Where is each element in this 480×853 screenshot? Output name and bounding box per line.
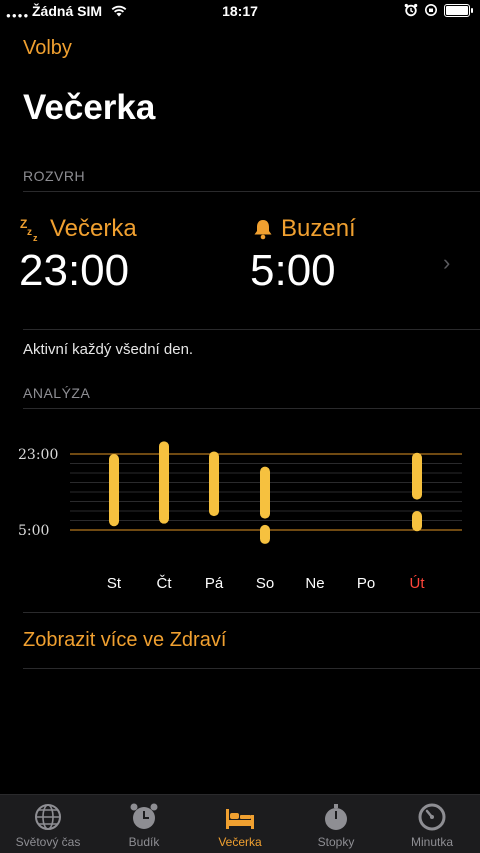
alarm-status-icon xyxy=(404,3,418,17)
divider xyxy=(23,408,480,409)
status-bar: ●●●● Žádná SIM 18:17 xyxy=(0,0,480,24)
tab-world-clock[interactable]: Světový čas xyxy=(0,795,96,853)
sleep-bar xyxy=(159,441,169,524)
stopwatch-icon xyxy=(325,804,347,830)
schedule-heading: ROZVRH xyxy=(23,168,86,184)
schedule-note: Aktivní každý všední den. xyxy=(23,341,194,358)
bedtime-label: Večerka xyxy=(50,215,137,242)
svg-text:z: z xyxy=(33,233,38,242)
day-label: Pá xyxy=(205,575,224,590)
globe-icon xyxy=(35,804,61,830)
day-label: Po xyxy=(357,575,375,590)
wake-label: Buzení xyxy=(281,215,356,242)
show-more-health-link[interactable]: Zobrazit více ve Zdraví xyxy=(23,629,226,652)
svg-text:z: z xyxy=(27,227,32,238)
sleep-bar xyxy=(109,454,119,527)
y-tick-label: 5:00 xyxy=(18,523,49,539)
divider xyxy=(23,329,480,330)
day-label: Ne xyxy=(305,575,324,590)
alarm-clock-icon xyxy=(130,803,158,829)
bed-icon xyxy=(226,809,254,829)
sleep-bar xyxy=(260,524,270,544)
sleep-bar xyxy=(412,511,422,532)
wake-time: 5:00 xyxy=(250,246,336,295)
day-label: Čt xyxy=(157,575,173,590)
bell-icon xyxy=(254,220,272,240)
tab-alarm[interactable]: Budík xyxy=(96,795,192,853)
sleep-analysis-chart: 23:00 5:00 St Čt Pá So Ne Po Út xyxy=(18,441,462,590)
wake-label-group: Buzení xyxy=(253,215,356,243)
chevron-right-icon: › xyxy=(443,250,451,275)
bedtime-time: 23:00 xyxy=(19,246,130,295)
divider xyxy=(23,191,480,192)
timer-icon xyxy=(418,803,446,831)
tab-label: Stopky xyxy=(317,835,355,849)
battery-icon xyxy=(444,3,473,17)
zzz-icon: Z z z xyxy=(20,217,38,242)
tab-timer[interactable]: Minutka xyxy=(384,795,480,853)
page-title: Večerka xyxy=(23,88,156,127)
day-label: St xyxy=(107,575,122,590)
day-label: So xyxy=(256,575,274,590)
tab-label: Večerka xyxy=(218,835,262,849)
tab-bar: Světový čas Budík Večerka Stopky Minutka xyxy=(0,794,480,853)
orientation-lock-icon xyxy=(425,4,437,16)
y-tick-label: 23:00 xyxy=(18,447,58,463)
divider xyxy=(23,612,480,613)
sleep-bar xyxy=(412,452,422,500)
divider xyxy=(23,668,480,669)
sleep-bar xyxy=(260,466,270,519)
sleep-bar xyxy=(209,451,219,517)
day-label: Út xyxy=(410,575,426,590)
analysis-heading: ANALÝZA xyxy=(23,385,91,401)
tab-bedtime[interactable]: Večerka xyxy=(192,795,288,853)
tab-label: Minutka xyxy=(410,835,454,849)
tab-label: Světový čas xyxy=(15,835,81,849)
tab-label: Budík xyxy=(128,835,160,849)
bedtime-label-group: Z z z Večerka xyxy=(20,215,137,243)
tab-stopwatch[interactable]: Stopky xyxy=(288,795,384,853)
options-link[interactable]: Volby xyxy=(23,37,72,60)
